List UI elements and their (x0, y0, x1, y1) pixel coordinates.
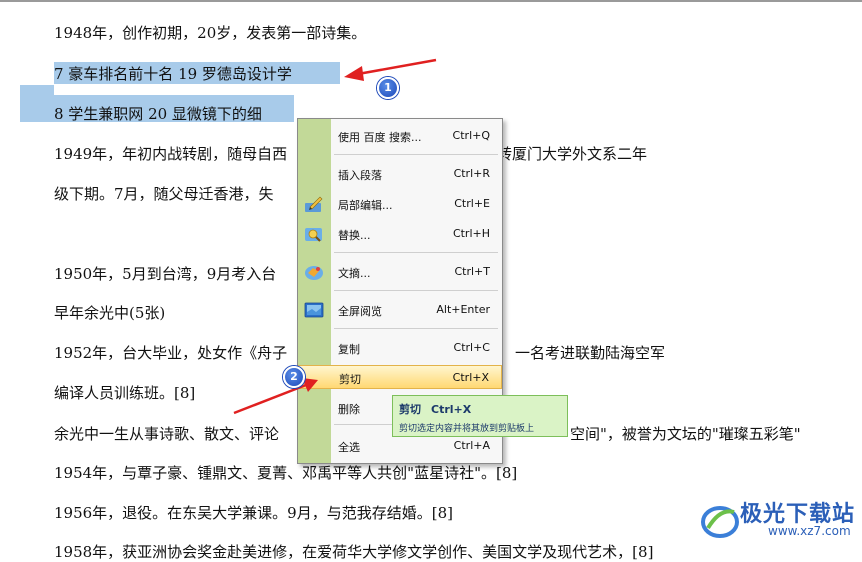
menu-item-shortcut: Ctrl+H (452, 227, 490, 240)
cut-tooltip: 剪切 Ctrl+X 剪切选定内容并将其放到剪贴板上 (392, 395, 568, 437)
doc-line-selected[interactable]: 8 学生兼职网 20 显微镜下的细 (54, 104, 262, 124)
doc-line[interactable]: 编译人员训练班。[8] (54, 383, 195, 403)
menu-item-shortcut: Ctrl+R (453, 167, 490, 180)
menu-item-label: 全屏阅览 (338, 305, 382, 318)
doc-line[interactable]: 早年余光中(5张) (54, 303, 165, 323)
menu-item-baidu-search[interactable]: 使用 百度 搜索... Ctrl+Q (298, 124, 502, 148)
excerpt-icon (304, 263, 324, 281)
menu-item-label: 使用 百度 搜索... (338, 131, 422, 144)
tooltip-shortcut: Ctrl+X (431, 403, 472, 416)
replace-icon (304, 225, 324, 243)
selection-highlight (20, 85, 54, 95)
menu-item-label: 复制 (338, 343, 360, 356)
step-badge-2: 2 (283, 366, 305, 388)
doc-line[interactable]: 转厦门大学外文系二年 (497, 144, 647, 164)
doc-line[interactable]: 一名考进联勤陆海空军 (515, 343, 665, 363)
menu-item-excerpt[interactable]: 文摘... Ctrl+T (298, 260, 502, 284)
menu-item-select-all[interactable]: 全选 Ctrl+A (298, 434, 502, 458)
doc-line[interactable]: 级下期。7月，随父母迁香港，失 (54, 184, 274, 204)
step-badge-1: 1 (377, 77, 399, 99)
menu-item-fullscreen[interactable]: 全屏阅览 Alt+Enter (298, 298, 502, 322)
menu-separator (334, 252, 498, 253)
watermark: 极光下载站 www.xz7.com (700, 494, 860, 546)
tooltip-title-row: 剪切 Ctrl+X (399, 401, 471, 417)
menu-separator (334, 328, 498, 329)
menu-item-shortcut: Ctrl+X (452, 371, 489, 384)
menu-item-label: 全选 (338, 441, 360, 454)
watermark-url: www.xz7.com (768, 524, 851, 538)
watermark-logo-icon (701, 506, 739, 538)
tooltip-description: 剪切选定内容并将其放到剪贴板上 (399, 424, 535, 434)
doc-line[interactable]: 1949年，年初内战转剧，随母自西 (54, 144, 287, 164)
menu-item-label: 文摘... (338, 267, 371, 280)
menu-item-cut[interactable]: 剪切 Ctrl+X (298, 365, 502, 389)
doc-line[interactable]: 1950年，5月到台湾，9月考入台 (54, 264, 276, 284)
edit-pen-icon (304, 195, 324, 213)
menu-item-copy[interactable]: 复制 Ctrl+C (298, 336, 502, 360)
menu-item-label: 删除 (338, 403, 360, 416)
menu-item-partial-edit[interactable]: 局部编辑... Ctrl+E (298, 192, 502, 216)
doc-line[interactable]: 余光中一生从事诗歌、散文、评论 (54, 424, 279, 444)
doc-line-selected[interactable]: 7 豪车排名前十名 19 罗德岛设计学 (54, 64, 292, 84)
menu-item-shortcut: Ctrl+A (453, 439, 490, 452)
menu-separator (334, 154, 498, 155)
menu-item-label: 剪切 (339, 373, 361, 386)
doc-line[interactable]: 1956年，退役。在东吴大学兼课。9月，与范我存结婚。[8] (54, 503, 453, 523)
fullscreen-icon (304, 301, 324, 319)
doc-line[interactable]: 1952年，台大毕业，处女作《舟子 (54, 343, 287, 363)
doc-line[interactable]: 1948年，创作初期，20岁，发表第一部诗集。 (54, 23, 366, 43)
menu-separator (334, 290, 498, 291)
menu-item-shortcut: Ctrl+E (454, 197, 490, 210)
menu-item-insert-paragraph[interactable]: 插入段落 Ctrl+R (298, 162, 502, 186)
menu-item-label: 局部编辑... (338, 199, 393, 212)
doc-line[interactable]: 1954年，与覃子豪、锺鼎文、夏菁、邓禹平等人共创"蓝星诗社"。[8] (54, 463, 517, 483)
window-top-border (0, 0, 862, 2)
doc-line[interactable]: 空间"，被誉为文坛的"璀璨五彩笔" (570, 424, 801, 444)
menu-item-shortcut: Alt+Enter (436, 303, 490, 316)
menu-item-shortcut: Ctrl+C (453, 341, 490, 354)
doc-line[interactable]: 1958年，获亚洲协会奖金赴美进修，在爱荷华大学修文学创作、美国文学及现代艺术，… (54, 542, 653, 562)
menu-item-replace[interactable]: 替换... Ctrl+H (298, 222, 502, 246)
menu-item-label: 插入段落 (338, 169, 382, 182)
menu-item-shortcut: Ctrl+Q (452, 129, 490, 142)
tooltip-title: 剪切 (399, 403, 421, 416)
menu-item-shortcut: Ctrl+T (454, 265, 490, 278)
menu-item-label: 替换... (338, 229, 371, 242)
